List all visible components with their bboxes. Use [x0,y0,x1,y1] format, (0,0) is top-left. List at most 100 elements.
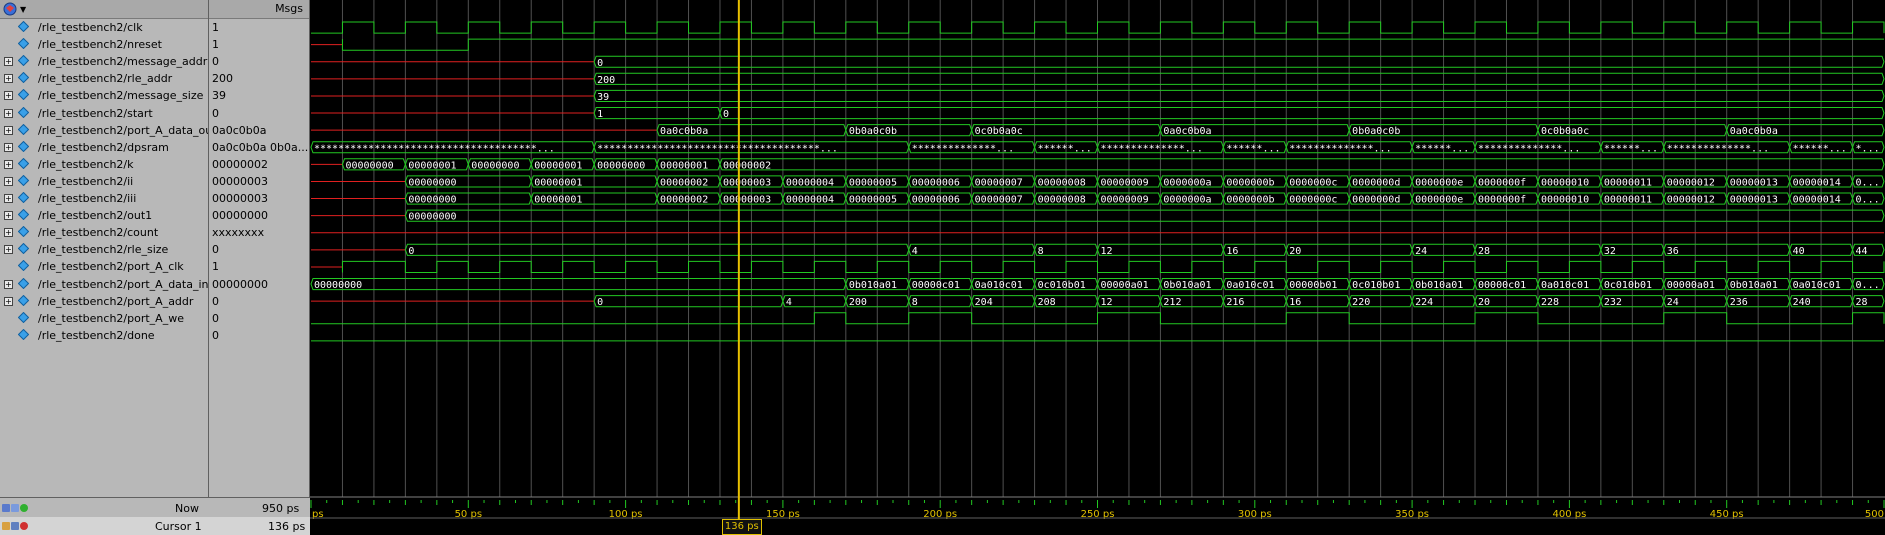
signal-value-row[interactable]: xxxxxxxx [209,224,309,241]
signal-row[interactable]: + /rle_testbench2/rle_addr [0,70,208,87]
signal-row[interactable]: + /rle_testbench2/start [0,105,208,122]
add-cursor-icon[interactable] [20,504,28,512]
signal-value-row[interactable]: 0 [209,53,309,70]
bus-value-label: 0b010a01 [1163,280,1211,291]
bus-value-label: ******... [1793,143,1847,154]
bus-value-label: 200 [597,75,615,86]
bus-value-label: 40 [1793,246,1805,257]
bus-value-label: 0000000b [1226,178,1274,189]
signal-row[interactable]: /rle_testbench2/nreset [0,36,208,53]
grid-icon[interactable] [2,504,10,512]
signal-row[interactable]: + /rle_testbench2/k [0,156,208,173]
expand-icon[interactable]: + [4,57,13,67]
expand-icon[interactable]: + [4,74,13,84]
bus-value-label: 0c0b0a0c [975,126,1023,137]
signal-value-row[interactable]: 0 [209,327,309,344]
signal-value-row[interactable]: 0 [209,105,309,122]
wave-icon[interactable] [11,504,19,512]
signal-name: /rle_testbench2/rle_size [38,243,169,257]
signal-value-row[interactable]: 0 [209,293,309,310]
signal-value-row[interactable]: 0a0c0b0a 0b0a... [209,139,309,156]
now-row-icons[interactable] [2,502,29,515]
bus-value-label: 00000008 [1038,178,1086,189]
cursor-label[interactable]: Cursor 1 [155,520,202,533]
signal-row[interactable]: + /rle_testbench2/iii [0,190,208,207]
expand-icon[interactable]: + [4,142,13,152]
signal-value-row[interactable]: 00000002 [209,156,309,173]
signal-value-row[interactable]: 0a0c0b0a [209,122,309,139]
signal-row[interactable]: + /rle_testbench2/port_A_data_in [0,276,208,293]
bus-value-label: 00000013 [1730,178,1778,189]
signal-row[interactable]: + /rle_testbench2/port_A_data_out [0,122,208,139]
expand-icon[interactable]: + [4,194,13,203]
now-value: 950 ps [262,502,300,515]
expand-icon[interactable]: + [4,245,13,255]
bus-value-label: 0000000d [1352,178,1400,189]
delete-cursor-icon[interactable] [20,522,28,530]
bus-value-label: 208 [1038,297,1056,308]
bus-value-label: 200 [849,297,867,308]
expand-icon[interactable]: + [4,108,13,118]
expand-icon[interactable]: + [4,91,13,101]
signal-value-row[interactable]: 0 [209,241,309,258]
signal-row[interactable]: + /rle_testbench2/ii [0,173,208,190]
bus-value-label: 0000000a [1163,178,1211,189]
signal-row[interactable]: /rle_testbench2/done [0,327,208,344]
edit-icon[interactable] [11,522,19,530]
signal-row[interactable]: /rle_testbench2/clk [0,19,208,36]
signal-value: 0 [212,294,219,308]
signal-row[interactable]: + /rle_testbench2/rle_size [0,241,208,258]
signal-name: /rle_testbench2/message_size [38,89,204,103]
expand-icon[interactable]: + [4,211,13,221]
cursor-row-icons[interactable] [2,520,29,533]
signal-row[interactable]: + /rle_testbench2/message_size [0,87,208,104]
signal-row[interactable]: /rle_testbench2/port_A_clk [0,258,208,275]
signal-value-row[interactable]: 0 [209,310,309,327]
bus-value-label: 00000009 [1101,195,1149,206]
signal-value-row[interactable]: 00000000 [209,276,309,293]
bus-value-label: 4 [912,246,918,257]
expand-icon[interactable]: + [4,279,13,289]
signal-value-row[interactable]: 1 [209,19,309,36]
wave-window: ▼ /rle_testbench2/clk/rle_testbench2/nre… [0,0,1885,535]
signal-value-row[interactable]: 39 [209,87,309,104]
signal-value: 0a0c0b0a 0b0a... [212,140,309,154]
waveform-canvas[interactable]: 0200391 00a0c0b0a 0b0a0c0b 0c0b0a0c 0a0c0b0a… [310,0,1885,535]
expand-icon[interactable]: + [4,228,13,238]
expand-icon[interactable]: + [4,176,13,186]
bus-value-label: 0000000e [1415,195,1463,206]
bus-value-label: 00000000 [471,160,519,171]
expand-icon[interactable]: + [4,296,13,306]
signal-value-row[interactable]: 00000003 [209,173,309,190]
signal-value-row[interactable]: 1 [209,36,309,53]
signal-value-row[interactable]: 00000000 [209,207,309,224]
signal-row[interactable]: /rle_testbench2/port_A_we [0,310,208,327]
signal-row[interactable]: + /rle_testbench2/out1 [0,207,208,224]
bus-segment [310,278,847,291]
signal-name: /rle_testbench2/out1 [38,209,153,223]
bus-value-label: 0a010c01 [1541,280,1589,291]
bus-value-label: 00000a01 [1667,280,1715,291]
bus-value-label: ******... [1038,143,1092,154]
cursor-time-tag[interactable]: 136 ps [721,519,762,535]
bus-value-label: 0c010b01 [1604,280,1652,291]
signal-row[interactable]: + /rle_testbench2/message_addr [0,53,208,70]
dropdown-arrow-icon[interactable]: ▼ [20,5,26,14]
signal-row[interactable]: + /rle_testbench2/count [0,224,208,241]
now-label: Now [175,502,199,515]
expand-icon[interactable]: + [4,125,13,135]
signal-row[interactable]: + /rle_testbench2/port_A_addr [0,293,208,310]
bus-value-label: 0000000e [1415,178,1463,189]
bus-value-label: 0a010c01 [1226,280,1274,291]
bus-value-label: 0b0a0c0b [1352,126,1400,137]
bus-value-label: 00000008 [1038,195,1086,206]
waveform-pane[interactable]: 0 200 39 1 0 0a0c0b0a 0b0a0c0b 0c0b0a0c 0a0c0b0a… [310,0,1885,535]
bus-value-label: 00000009 [1101,178,1149,189]
lock-icon[interactable] [2,522,10,530]
signal-row[interactable]: + /rle_testbench2/dpsram [0,139,208,156]
expand-icon[interactable]: + [4,159,13,169]
signal-value-row[interactable]: 00000003 [209,190,309,207]
signal-value-row[interactable]: 200 [209,70,309,87]
wave-globe-icon[interactable] [3,2,17,16]
signal-value-row[interactable]: 1 [209,258,309,275]
